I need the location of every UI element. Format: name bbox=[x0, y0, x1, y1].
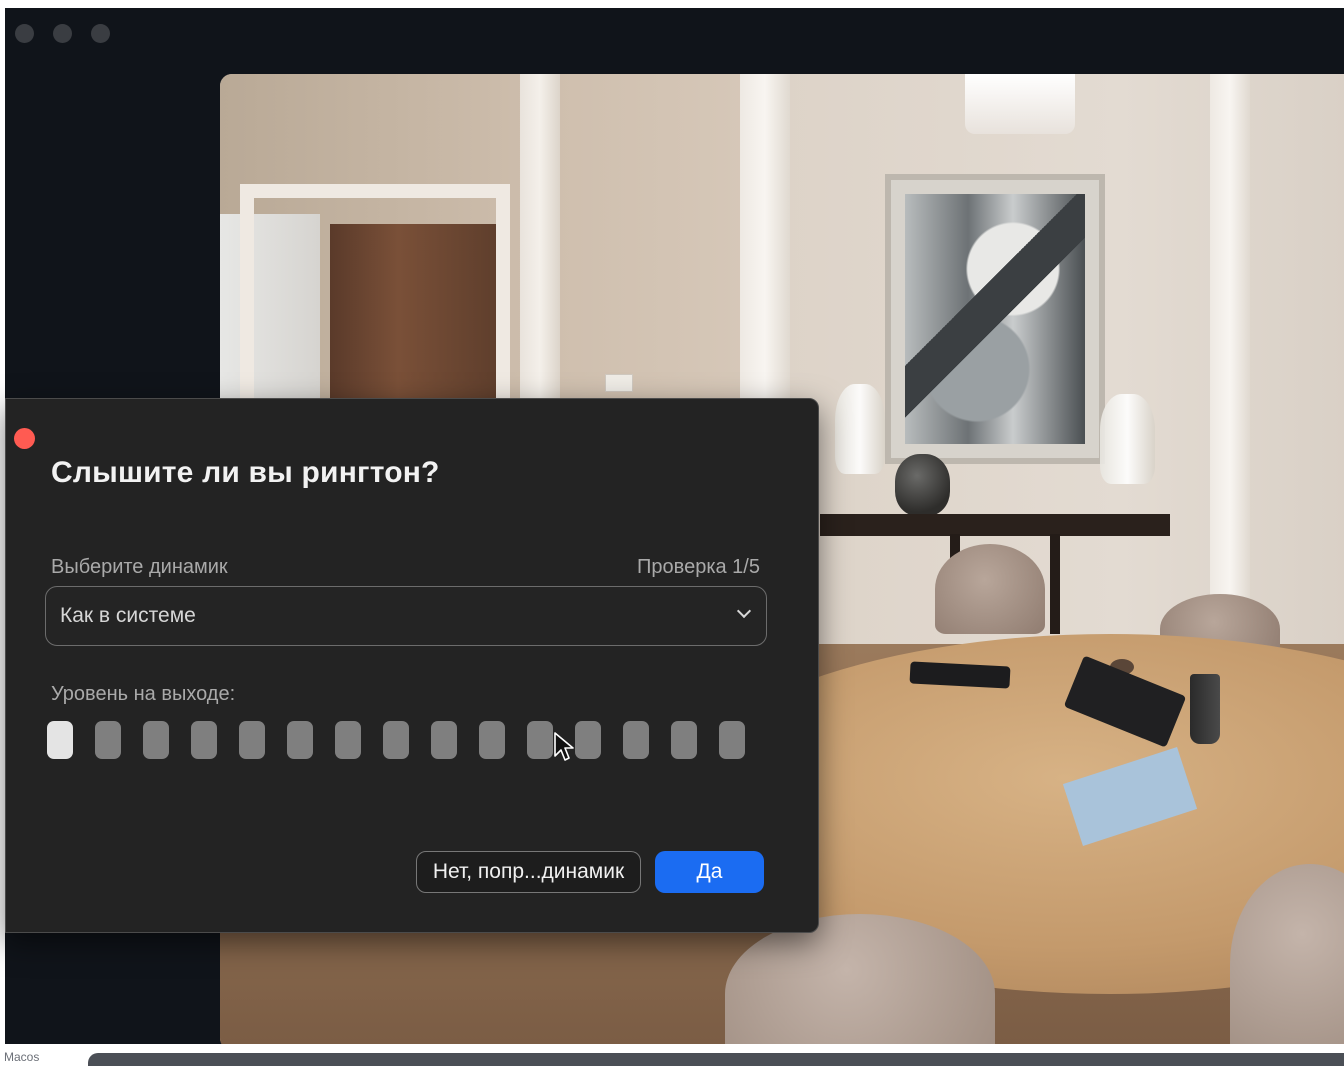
level-segment bbox=[191, 721, 217, 759]
video-chandelier bbox=[965, 74, 1075, 134]
window-zoom-button[interactable] bbox=[91, 24, 110, 43]
window-controls bbox=[15, 24, 110, 43]
level-segment bbox=[239, 721, 265, 759]
mouse-cursor-icon bbox=[554, 732, 574, 761]
window-minimize-button[interactable] bbox=[53, 24, 72, 43]
video-console-leg bbox=[1050, 534, 1060, 634]
level-segment bbox=[719, 721, 745, 759]
level-segment bbox=[623, 721, 649, 759]
ringtone-test-dialog: Слышите ли вы рингтон? Выберите динамик … bbox=[5, 398, 819, 933]
footer-label: Macos bbox=[4, 1050, 40, 1064]
video-light-switch bbox=[605, 374, 633, 392]
output-level-meter bbox=[47, 721, 745, 759]
bottom-toolbar bbox=[88, 1053, 1344, 1066]
video-urn bbox=[1100, 394, 1155, 484]
video-console-table bbox=[820, 514, 1170, 536]
level-segment bbox=[671, 721, 697, 759]
speaker-select[interactable]: Как в системе bbox=[45, 586, 767, 646]
close-dot[interactable] bbox=[14, 428, 35, 449]
speaker-label: Выберите динамик bbox=[51, 556, 228, 578]
video-painting bbox=[905, 194, 1085, 444]
level-segment bbox=[287, 721, 313, 759]
video-pencil-cup bbox=[1190, 674, 1220, 744]
video-urn bbox=[835, 384, 885, 474]
video-chair bbox=[935, 544, 1045, 634]
level-segment bbox=[479, 721, 505, 759]
window-close-button[interactable] bbox=[15, 24, 34, 43]
speaker-select-value: Как в системе bbox=[60, 604, 196, 627]
dialog-title: Слышите ли вы рингтон? bbox=[51, 456, 440, 489]
level-segment bbox=[527, 721, 553, 759]
level-segment bbox=[143, 721, 169, 759]
level-segment bbox=[431, 721, 457, 759]
level-segment bbox=[383, 721, 409, 759]
no-try-another-speaker-button[interactable]: Нет, попр...динамик bbox=[416, 851, 641, 893]
video-pilaster bbox=[1210, 74, 1250, 634]
level-segment bbox=[95, 721, 121, 759]
level-segment bbox=[47, 721, 73, 759]
yes-button[interactable]: Да bbox=[655, 851, 764, 893]
level-segment bbox=[575, 721, 601, 759]
chevron-down-icon bbox=[736, 603, 752, 619]
level-segment bbox=[335, 721, 361, 759]
video-vase bbox=[895, 454, 950, 516]
output-level-label: Уровень на выходе: bbox=[51, 683, 236, 705]
check-progress: Проверка 1/5 bbox=[637, 556, 760, 578]
